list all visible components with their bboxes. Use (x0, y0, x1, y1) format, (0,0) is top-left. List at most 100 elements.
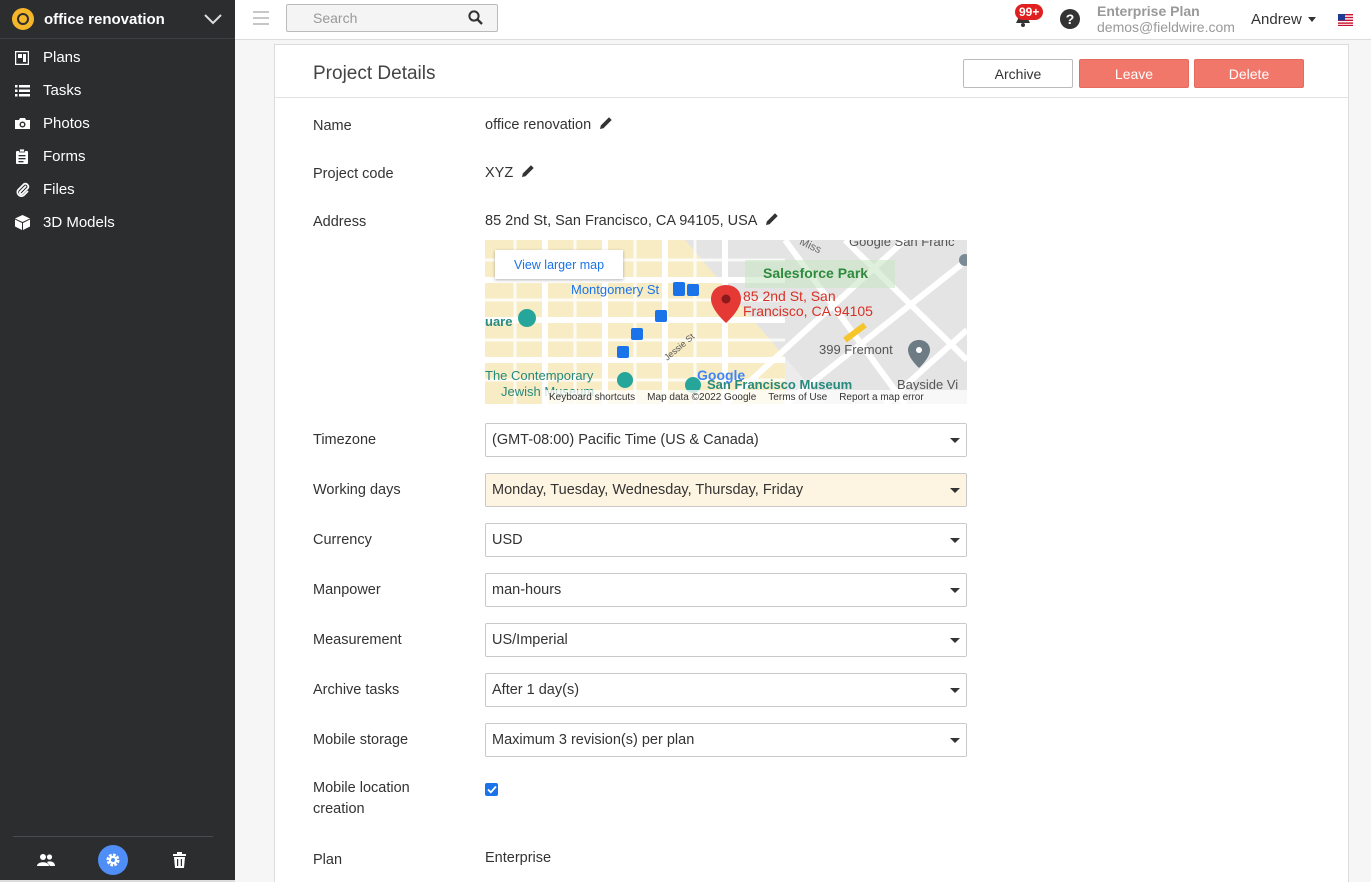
map-report-error-link[interactable]: Report a map error (839, 392, 923, 403)
sidebar-nav: Plans Tasks Photos Forms Files 3D Models (0, 41, 235, 239)
sidebar-item-label: Photos (43, 115, 90, 132)
dropdown-arrow-icon (950, 488, 960, 493)
main-content: Project Details Archive Leave Delete Nam… (235, 40, 1371, 882)
map-data-attribution: Map data ©2022 Google (647, 391, 757, 403)
sidebar-footer (13, 836, 213, 882)
list-icon (14, 83, 30, 99)
map-label-salesforce: Salesforce Park (763, 265, 869, 281)
map-label-pin-2: Francisco, CA 94105 (743, 303, 873, 319)
dropdown-arrow-icon (950, 538, 960, 543)
address-label: Address (313, 214, 367, 230)
working-days-select[interactable]: Monday, Tuesday, Wednesday, Thursday, Fr… (485, 473, 967, 507)
edit-code-pencil-icon[interactable] (521, 164, 535, 182)
address-text: 85 2nd St, San Francisco, CA 94105, USA (485, 213, 758, 229)
page-title: Project Details (313, 63, 436, 84)
sidebar: office renovation Plans Tasks Photos For… (0, 0, 235, 882)
search-icon[interactable] (468, 10, 483, 30)
measurement-selected-value: US/Imperial (492, 632, 568, 648)
archive-tasks-label: Archive tasks (313, 682, 400, 698)
map-terms-link[interactable]: Terms of Use (768, 392, 827, 403)
search-box (286, 4, 498, 32)
mobile-location-checkbox[interactable] (485, 783, 498, 796)
plans-icon (14, 50, 30, 66)
map-footer: Keyboard shortcuts Map data ©2022 Google… (545, 390, 967, 404)
measurement-select[interactable]: US/Imperial (485, 623, 967, 657)
paperclip-icon (14, 182, 30, 198)
name-label: Name (313, 118, 352, 134)
archive-button[interactable]: Archive (963, 59, 1073, 88)
mobile-storage-select[interactable]: Maximum 3 revision(s) per plan (485, 723, 967, 757)
map-keyboard-shortcuts-link[interactable]: Keyboard shortcuts (549, 392, 635, 403)
measurement-label: Measurement (313, 632, 402, 648)
fieldwire-logo-icon (12, 8, 34, 30)
edit-name-pencil-icon[interactable] (599, 116, 613, 134)
mobile-storage-selected-value: Maximum 3 revision(s) per plan (492, 732, 695, 748)
user-email: demos@fieldwire.com (1097, 19, 1235, 35)
leave-button[interactable]: Leave (1079, 59, 1189, 88)
project-name: office renovation (44, 10, 165, 28)
archive-tasks-select[interactable]: After 1 day(s) (485, 673, 967, 707)
address-map[interactable]: View larger map Salesforce Park Montgome… (485, 240, 967, 404)
map-label-contemporary: The Contemporary (485, 368, 594, 383)
help-icon[interactable]: ? (1060, 9, 1080, 29)
sidebar-item-tasks[interactable]: Tasks (0, 74, 235, 107)
sidebar-item-forms[interactable]: Forms (0, 140, 235, 173)
settings-gear-icon[interactable] (97, 844, 128, 875)
dropdown-arrow-icon (950, 588, 960, 593)
clipboard-icon (14, 149, 30, 165)
project-switcher[interactable]: office renovation (0, 0, 235, 39)
cube-icon (14, 215, 30, 231)
dropdown-arrow-icon (950, 688, 960, 693)
plan-label: Plan (313, 852, 343, 868)
manpower-selected-value: man-hours (492, 582, 562, 598)
sidebar-item-3d-models[interactable]: 3D Models (0, 206, 235, 239)
plan-title: Enterprise Plan (1097, 3, 1200, 19)
mobile-storage-label: Mobile storage (313, 732, 409, 748)
map-label-montgomery: Montgomery St (571, 282, 660, 297)
team-icon[interactable] (31, 845, 61, 875)
dropdown-arrow-icon (950, 738, 960, 743)
map-label-pin-1: 85 2nd St, San (743, 288, 836, 304)
sidebar-item-photos[interactable]: Photos (0, 107, 235, 140)
working-days-selected-value: Monday, Tuesday, Wednesday, Thursday, Fr… (492, 482, 804, 498)
trash-icon[interactable] (165, 845, 195, 875)
address-value: 85 2nd St, San Francisco, CA 94105, USA (485, 212, 779, 230)
name-text: office renovation (485, 117, 592, 133)
project-code-label: Project code (313, 166, 394, 182)
map-label-square: uare (485, 314, 513, 329)
sidebar-item-label: Files (43, 181, 75, 198)
mobile-location-label: Mobile location creation (313, 780, 410, 817)
search-input[interactable] (313, 10, 463, 26)
notification-count-badge[interactable]: 99+ (1015, 4, 1044, 20)
map-label-google-top: Google San Franc (849, 240, 955, 249)
caret-down-icon (1307, 17, 1316, 22)
sidebar-item-label: Tasks (43, 82, 82, 99)
plan-value: Enterprise (485, 850, 552, 866)
name-value: office renovation (485, 116, 613, 134)
hamburger-menu-icon[interactable] (253, 11, 269, 29)
manpower-label: Manpower (313, 582, 381, 598)
sidebar-item-label: 3D Models (43, 214, 115, 231)
delete-button[interactable]: Delete (1194, 59, 1304, 88)
top-bar: 99+ ? Enterprise Plan demos@fieldwire.co… (235, 0, 1371, 40)
dropdown-arrow-icon (950, 638, 960, 643)
edit-address-pencil-icon[interactable] (765, 212, 779, 230)
timezone-label: Timezone (313, 432, 377, 448)
google-logo: Google (697, 367, 746, 383)
map-label-fremont: 399 Fremont (819, 342, 893, 357)
timezone-select[interactable]: (GMT-08:00) Pacific Time (US & Canada) (485, 423, 967, 457)
timezone-selected-value: (GMT-08:00) Pacific Time (US & Canada) (492, 432, 759, 448)
manpower-select[interactable]: man-hours (485, 573, 967, 607)
dropdown-arrow-icon (950, 438, 960, 443)
currency-select[interactable]: USD (485, 523, 967, 557)
view-larger-map-link[interactable]: View larger map (495, 250, 623, 279)
project-details-card: Project Details Archive Leave Delete Nam… (274, 44, 1349, 882)
project-code-value: XYZ (485, 164, 535, 182)
project-code-text: XYZ (485, 165, 514, 181)
sidebar-item-plans[interactable]: Plans (0, 41, 235, 74)
archive-tasks-selected-value: After 1 day(s) (492, 682, 580, 698)
sidebar-item-files[interactable]: Files (0, 173, 235, 206)
chevron-down-icon[interactable] (203, 9, 223, 29)
us-flag-icon[interactable] (1338, 13, 1353, 26)
user-menu[interactable]: Andrew (1251, 11, 1316, 28)
